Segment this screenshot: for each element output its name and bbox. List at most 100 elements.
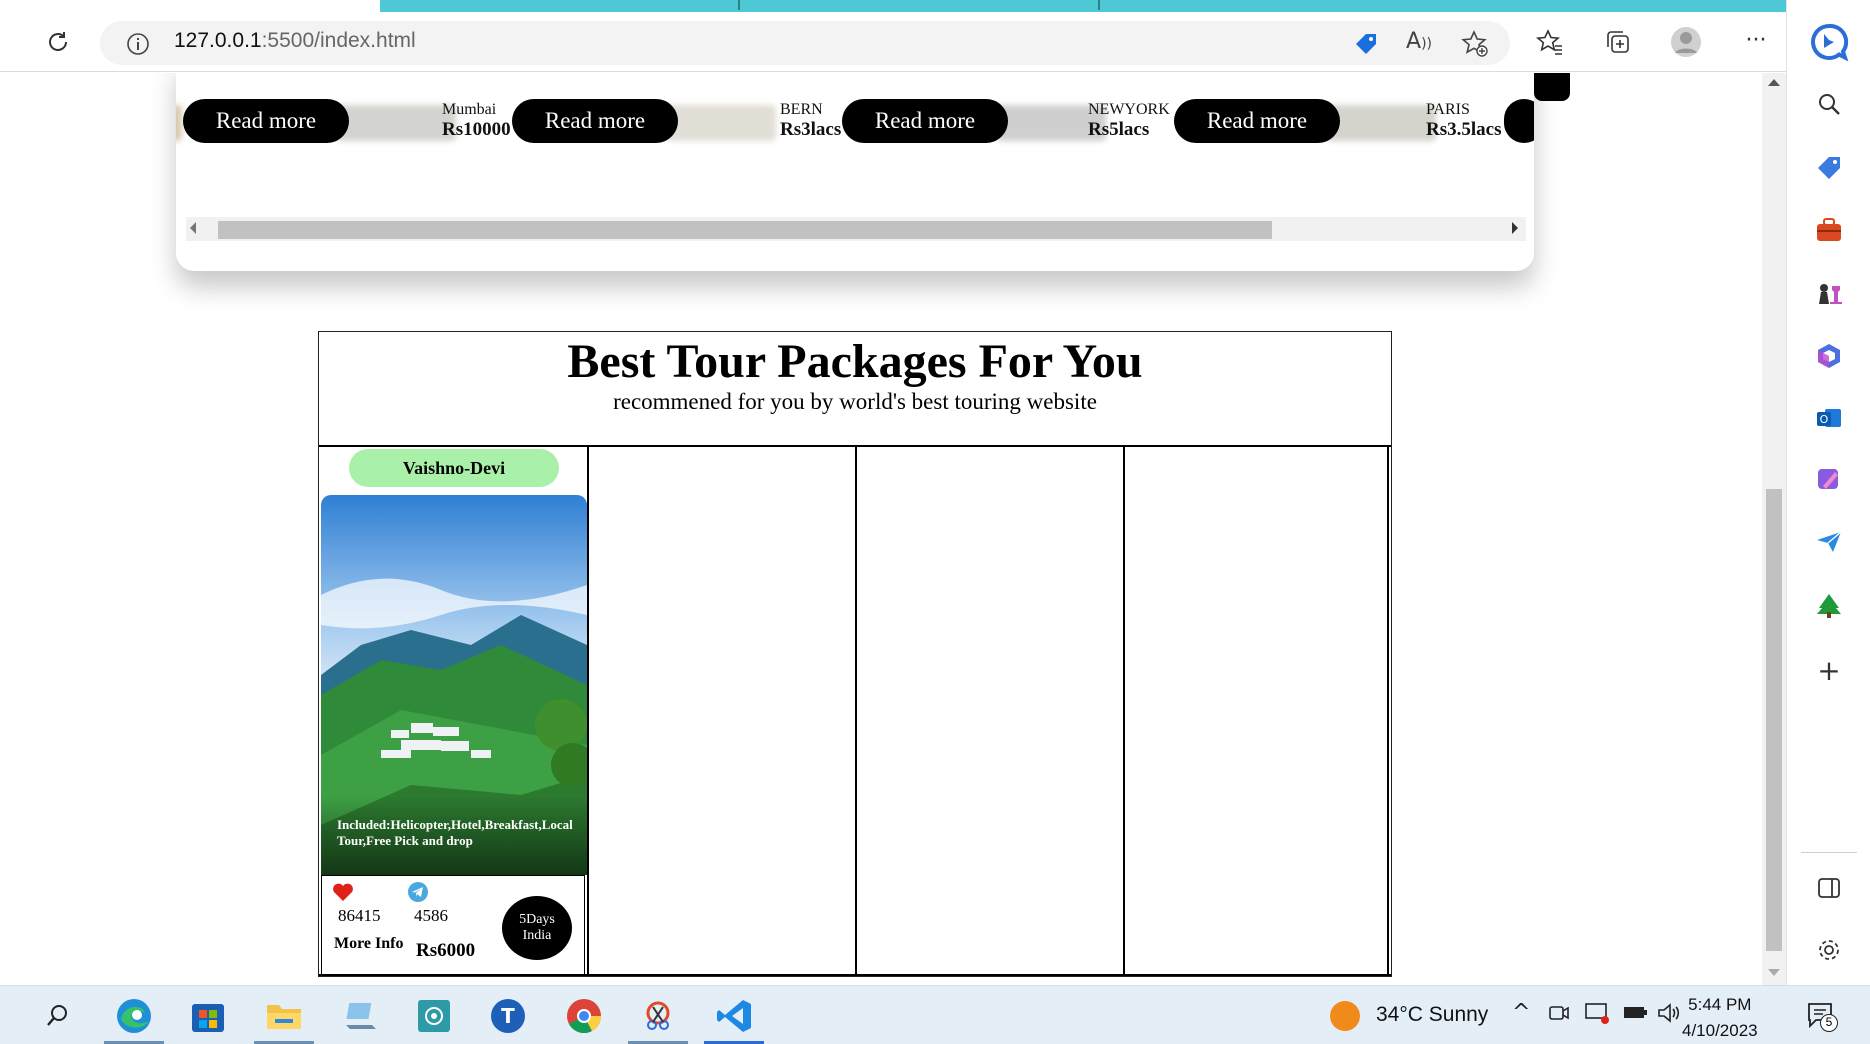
weather-sun-icon[interactable]	[1330, 1001, 1360, 1031]
package-price: Rs6000	[416, 940, 476, 961]
horizontal-scroll-thumb[interactable]	[218, 221, 1272, 239]
site-info-icon[interactable]	[126, 32, 150, 60]
slide-city: NEWYORK	[1088, 101, 1170, 118]
system-clock[interactable]: 5:44 PM 4/10/2023	[1682, 992, 1758, 1044]
read-more-button[interactable]: Read more	[842, 99, 1008, 143]
this-pc-icon[interactable]	[338, 994, 382, 1038]
heart-icon[interactable]	[332, 882, 354, 906]
slide-city: PARIS	[1426, 101, 1470, 118]
screen-share-icon[interactable]	[1584, 1001, 1610, 1029]
chevron-up-icon[interactable]: ^	[1512, 1000, 1530, 1025]
vertical-scroll-thumb[interactable]	[1766, 489, 1782, 951]
tree-icon[interactable]	[1807, 584, 1851, 628]
package-inclusions: Included:Helicopter,Hotel,Breakfast,Loca…	[337, 817, 573, 848]
snip-sketch-icon[interactable]	[636, 994, 680, 1038]
profile-avatar-icon[interactable]	[1668, 24, 1704, 60]
duration-country: India	[522, 928, 552, 943]
games-chess-icon[interactable]	[1807, 272, 1851, 316]
scroll-up-arrow-icon[interactable]	[1768, 79, 1780, 86]
read-aloud-icon[interactable]: A))	[1406, 29, 1432, 54]
more-info-link[interactable]: More Info	[334, 934, 403, 953]
sidebar-divider	[1801, 852, 1857, 853]
slide-caption: PARIS Rs3.5lacs	[1426, 101, 1501, 141]
horizontal-scrollbar[interactable]	[186, 217, 1526, 241]
bing-chat-icon[interactable]	[1807, 20, 1851, 64]
edge-browser-icon[interactable]	[112, 994, 156, 1038]
coupon-tag-icon[interactable]	[1352, 30, 1380, 62]
refresh-icon[interactable]	[40, 24, 76, 60]
tour-packages-section: Best Tour Packages For You recommened fo…	[318, 331, 1392, 977]
windows-taskbar: T 34°C Sunny ^ 5:44 PM 4/10/2023 5	[0, 985, 1870, 1044]
search-icon[interactable]	[1807, 82, 1851, 126]
packages-header: Best Tour Packages For You recommened fo…	[319, 332, 1391, 445]
slide-city: Mumbai	[442, 101, 497, 118]
slide-caption: Mumbai Rs10000	[442, 101, 511, 141]
file-explorer-icon[interactable]	[262, 994, 306, 1038]
edge-sidebar: O +	[1786, 0, 1870, 985]
package-photo: Included:Helicopter,Hotel,Breakfast,Loca…	[321, 495, 587, 875]
vscode-icon[interactable]	[712, 994, 756, 1038]
scroll-down-arrow-icon[interactable]	[1768, 969, 1780, 976]
read-more-button-partial[interactable]	[1504, 99, 1534, 143]
slide-price: Rs3lacs	[780, 119, 842, 140]
package-card-empty	[1123, 447, 1389, 976]
favorites-icon[interactable]	[1532, 24, 1568, 60]
send-paper-plane-icon[interactable]	[1807, 520, 1851, 564]
slide-caption: BERN Rs3lacs	[780, 101, 841, 141]
teams-t-icon[interactable]: T	[486, 994, 530, 1038]
microsoft-store-icon[interactable]	[186, 994, 230, 1038]
slide-image	[336, 105, 456, 141]
svg-text:T: T	[501, 1004, 515, 1028]
add-icon[interactable]: +	[1807, 648, 1851, 692]
notification-count-badge: 5	[1820, 1014, 1838, 1032]
active-tab[interactable]	[0, 0, 380, 12]
clock-date: 4/10/2023	[1682, 1021, 1758, 1040]
chrome-icon[interactable]	[562, 994, 606, 1038]
collections-icon[interactable]	[1600, 24, 1636, 60]
vertical-scrollbar[interactable]	[1762, 73, 1786, 985]
hide-sidebar-icon[interactable]	[1807, 866, 1851, 910]
shopping-tag-icon[interactable]	[1807, 146, 1851, 190]
search-icon[interactable]	[36, 994, 80, 1038]
more-options-icon[interactable]: ···	[1738, 22, 1774, 58]
weather-text[interactable]: 34°C Sunny	[1376, 1003, 1488, 1027]
packages-title: Best Tour Packages For You	[567, 335, 1143, 388]
url-text[interactable]: 127.0.0.1:5500/index.html	[174, 29, 416, 53]
slide-price: Rs3.5lacs	[1426, 119, 1502, 140]
carousel-next-button[interactable]	[1534, 73, 1570, 101]
designer-icon[interactable]	[1807, 458, 1851, 502]
slide-image	[1326, 105, 1436, 141]
battery-icon[interactable]	[1622, 1004, 1648, 1026]
add-favorite-icon[interactable]	[1460, 29, 1490, 63]
outlook-icon[interactable]: O	[1807, 396, 1851, 440]
notification-icon[interactable]: 5	[1806, 1000, 1838, 1034]
slide-image	[666, 105, 776, 141]
likes-count: 86415	[338, 906, 381, 925]
read-more-button[interactable]: Read more	[183, 99, 349, 143]
slide-city: BERN	[780, 101, 823, 118]
package-footer: 86415 4586 More Info Rs6000 5Days India	[321, 875, 585, 975]
scroll-left-arrow-icon[interactable]	[190, 222, 196, 234]
camera-icon[interactable]	[1548, 1002, 1570, 1028]
tab-strip	[0, 0, 1870, 12]
packages-subtitle: recommened for you by world's best touri…	[613, 389, 1097, 414]
tab-separator	[1098, 0, 1100, 10]
settings-gear-icon[interactable]	[1807, 928, 1851, 972]
url-host: 127.0.0.1	[174, 29, 262, 52]
url-path: :5500/index.html	[261, 29, 416, 52]
slide-price: Rs10000	[442, 119, 511, 140]
scroll-right-arrow-icon[interactable]	[1512, 222, 1518, 234]
read-more-button[interactable]: Read more	[1174, 99, 1340, 143]
tools-briefcase-icon[interactable]	[1807, 208, 1851, 252]
telegram-icon[interactable]	[408, 882, 428, 906]
package-card-empty	[587, 447, 855, 976]
duration-badge: 5Days India	[502, 896, 572, 960]
address-bar[interactable]: 127.0.0.1:5500/index.html A))	[100, 21, 1510, 65]
page-viewport: Read more Mumbai Rs10000 Read more BERN …	[0, 73, 1766, 985]
speaker-icon[interactable]	[1656, 1002, 1682, 1028]
snipping-tool-app-icon[interactable]	[412, 994, 456, 1038]
read-more-button[interactable]: Read more	[512, 99, 678, 143]
slide-caption: NEWYORK Rs5lacs	[1088, 101, 1170, 141]
microsoft-365-icon[interactable]	[1807, 334, 1851, 378]
package-card: Vaishno-Devi Included:Helicopter,Hotel,B…	[319, 447, 587, 976]
